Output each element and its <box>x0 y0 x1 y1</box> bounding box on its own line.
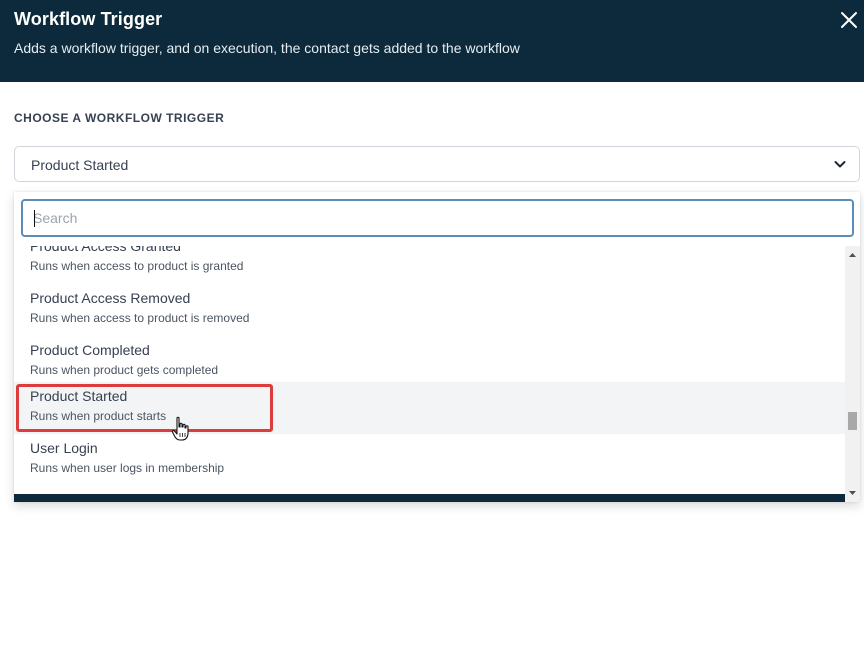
scroll-up-icon[interactable] <box>845 248 860 262</box>
item-description: Runs when access to product is removed <box>30 311 250 325</box>
list-item-hovered[interactable]: Product Started Runs when product starts <box>14 382 845 434</box>
item-description: Runs when access to product is granted <box>30 259 244 273</box>
section-label: CHOOSE A WORKFLOW TRIGGER <box>14 111 225 125</box>
trigger-dropdown: Product Access Granted Runs when access … <box>14 192 860 502</box>
list-item[interactable]: Product Access Granted Runs when access … <box>14 246 845 284</box>
scroll-down-icon[interactable] <box>845 486 860 500</box>
close-icon <box>841 12 857 28</box>
item-name: Product Completed <box>30 342 150 358</box>
item-name: Product Access Granted <box>30 246 181 254</box>
item-description: Runs when product gets completed <box>30 363 219 377</box>
scrollbar[interactable] <box>845 246 860 502</box>
trigger-list: Product Access Granted Runs when access … <box>14 246 845 494</box>
trigger-select[interactable]: Product Started <box>14 146 860 182</box>
modal-header: Workflow Trigger Adds a workflow trigger… <box>0 0 864 82</box>
dropdown-footer-bar <box>14 494 845 502</box>
modal-subtitle: Adds a workflow trigger, and on executio… <box>14 40 520 56</box>
list-item[interactable]: Product Access Removed Runs when access … <box>14 284 845 336</box>
item-description: Runs when user logs in membership <box>30 461 225 475</box>
search-box[interactable] <box>21 199 854 237</box>
modal-title: Workflow Trigger <box>14 9 163 29</box>
item-name: User Login <box>30 440 98 456</box>
item-name: Product Started <box>30 388 128 404</box>
list-item[interactable]: Product Completed Runs when product gets… <box>14 336 845 388</box>
item-description: Runs when product starts <box>30 409 167 423</box>
chevron-down-icon <box>834 161 846 168</box>
text-caret <box>34 210 35 227</box>
list-item[interactable]: User Login Runs when user logs in member… <box>14 434 845 486</box>
close-button[interactable] <box>838 9 860 31</box>
item-name: Product Access Removed <box>30 290 191 306</box>
search-input[interactable] <box>33 201 833 235</box>
selected-value: Product Started <box>31 157 129 173</box>
scroll-thumb[interactable] <box>848 412 857 430</box>
